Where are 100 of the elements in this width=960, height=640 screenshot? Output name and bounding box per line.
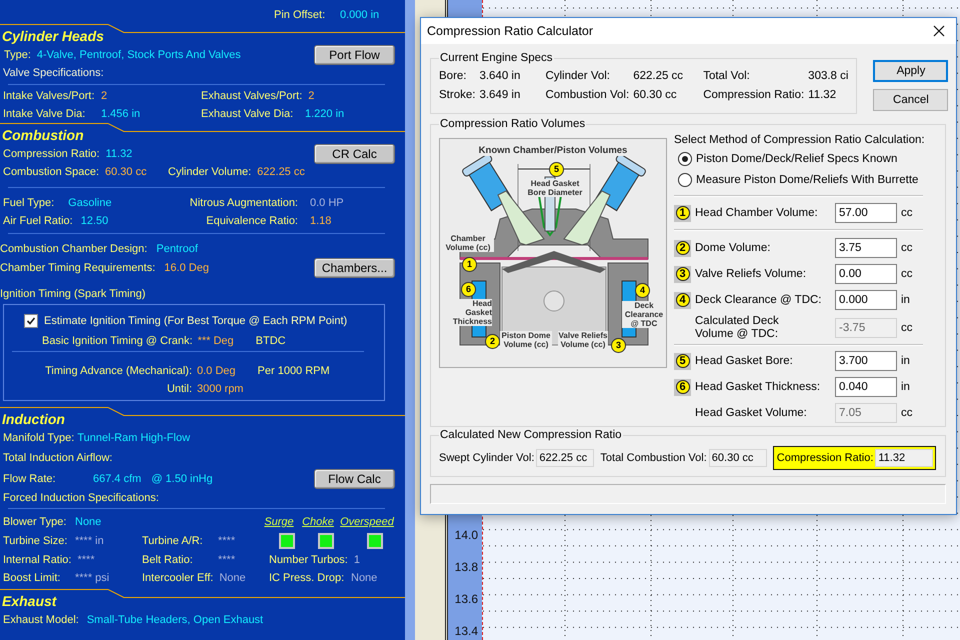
radio-label: Piston Dome/Deck/Relief Specs Known	[696, 152, 898, 164]
number-badge: 1	[674, 204, 691, 222]
field-value: **** psi	[75, 572, 110, 584]
field-label: Intake Valves/Port:	[3, 90, 95, 102]
section-label: Ignition Timing (Spark Timing)	[0, 288, 146, 300]
field-value: 0.0 HP	[310, 197, 344, 209]
field-label: Compression Ratio:	[703, 88, 804, 100]
field-value: 60.30 cc	[633, 88, 678, 100]
field-label: Pin Offset:	[274, 9, 326, 21]
number-badge: 2	[674, 240, 691, 256]
field-label: Cylinder Volume:	[168, 166, 252, 178]
flow-calc-button[interactable]: Flow Calc	[314, 469, 395, 489]
checkbox[interactable]	[24, 314, 38, 328]
number-badge: 3	[611, 338, 626, 353]
field-value: None	[219, 572, 246, 584]
field-label: Basic Ignition Timing @ Crank:	[42, 335, 193, 347]
indicator-label: Overspeed	[340, 516, 394, 528]
field-value: **** in	[75, 534, 104, 546]
group-title: Current Engine Specs	[439, 52, 554, 64]
field-label: Deck Clearance @ TDC:	[695, 294, 822, 306]
unit-label: in	[901, 355, 910, 367]
field-value: 303.8 ci	[808, 70, 848, 82]
unit-label: cc	[901, 407, 912, 419]
field-value: 1	[354, 554, 360, 566]
field-label: Exhaust Valve Dia:	[201, 108, 294, 120]
section-heading: Induction	[0, 407, 108, 428]
field-label: Total Vol:	[703, 70, 751, 82]
field-value: 60.30 cc	[105, 166, 147, 178]
cr-calc-button[interactable]: CR Calc	[314, 144, 395, 164]
unit-label: cc	[901, 268, 912, 280]
field-label: Internal Ratio:	[3, 554, 72, 566]
field-label: Manifold Type:	[3, 432, 74, 444]
section-label: Valve Specifications:	[3, 67, 104, 79]
field-label: Bore:	[439, 70, 468, 82]
field-label: Number Turbos:	[269, 554, 348, 566]
field-label: Exhaust Valves/Port:	[201, 90, 302, 102]
number-badge: 3	[674, 266, 691, 282]
field-label: Air Fuel Ratio:	[3, 215, 73, 227]
input-field[interactable]: 3.700	[835, 351, 897, 371]
chambers-button[interactable]: Chambers...	[314, 258, 395, 278]
field-value: ****	[77, 554, 95, 566]
field-value: 667.4 cfm	[93, 473, 142, 485]
apply-button[interactable]: Apply	[873, 60, 948, 82]
field-value: 0.000 in	[340, 9, 380, 21]
input-field[interactable]: 57.00	[835, 203, 897, 223]
field-label: Cylinder Vol:	[545, 70, 611, 82]
field-label: Belt Ratio:	[142, 554, 194, 566]
field-value: 3000 rpm	[197, 383, 244, 395]
field-label: Turbine Size:	[3, 534, 68, 546]
field-value: ****	[218, 534, 236, 546]
field-label: Swept Cylinder Vol:	[439, 452, 534, 464]
field-value: 11.32	[106, 148, 132, 160]
result-field: 11.32	[875, 449, 934, 467]
field-value: 622.25 cc	[257, 166, 305, 178]
field-label: Type:	[4, 49, 31, 61]
field-label: Head Gasket Bore:	[695, 354, 794, 368]
field-value: *** Deg	[198, 335, 234, 347]
input-field[interactable]: 0.00	[835, 264, 897, 284]
unit-label: cc	[901, 207, 912, 219]
window-title: Compression Ratio Calculator	[427, 24, 594, 38]
field-value: 11.32	[808, 88, 838, 100]
radio-button[interactable]	[678, 152, 692, 166]
field-label: Blower Type:	[3, 516, 68, 528]
input-field[interactable]: 0.040	[835, 377, 897, 397]
axis-tick-label: 13.4	[454, 624, 478, 638]
cancel-button[interactable]: Cancel	[873, 89, 948, 111]
field-value: Tunnel-Ram High-Flow	[77, 432, 190, 444]
number-badge: 2	[485, 334, 500, 349]
field-label: Exhaust Model:	[3, 614, 79, 626]
field-value: 3.640 in	[479, 70, 522, 82]
field-label: Head Gasket Volume:	[695, 406, 808, 420]
field-value: 2	[101, 90, 108, 102]
radio-button[interactable]	[678, 172, 692, 186]
field-value: None	[75, 516, 102, 528]
input-field[interactable]: 0.000	[835, 290, 897, 310]
field-label: Turbine A/R:	[142, 534, 204, 546]
section-heading: Exhaust	[0, 589, 108, 610]
unit-label: in	[901, 294, 910, 306]
field-label: Fuel Type:	[3, 197, 54, 209]
field-label: Boost Limit:	[3, 572, 62, 584]
field-label: Head Chamber Volume:	[695, 206, 819, 220]
field-label: Chamber Timing Requirements:	[0, 262, 156, 274]
input-field[interactable]: 3.75	[835, 238, 897, 258]
field-value: @ 1.50 inHg	[151, 473, 213, 485]
field-value: 1.18	[310, 215, 332, 227]
section-label: Total Induction Airflow:	[3, 452, 112, 464]
field-value: 16.0 Deg	[164, 262, 209, 274]
field-label: Head Gasket Thickness:	[695, 380, 822, 394]
readonly-field[interactable]: -3.75	[835, 318, 897, 338]
number-badge: 6	[674, 378, 691, 396]
port-flow-button[interactable]: Port Flow	[314, 45, 395, 65]
field-label: Combustion Space:	[3, 166, 99, 178]
field-label: Until:	[166, 383, 192, 395]
field-label: Equivalence Ratio:	[205, 215, 298, 227]
field-value: None	[351, 572, 378, 584]
indicator-label: Surge	[264, 516, 294, 528]
unit-label: cc	[901, 242, 912, 254]
readonly-field[interactable]: 7.05	[835, 403, 897, 423]
field-value: 1.456 in	[101, 108, 140, 120]
field-label: Nitrous Augmentation:	[188, 197, 298, 209]
